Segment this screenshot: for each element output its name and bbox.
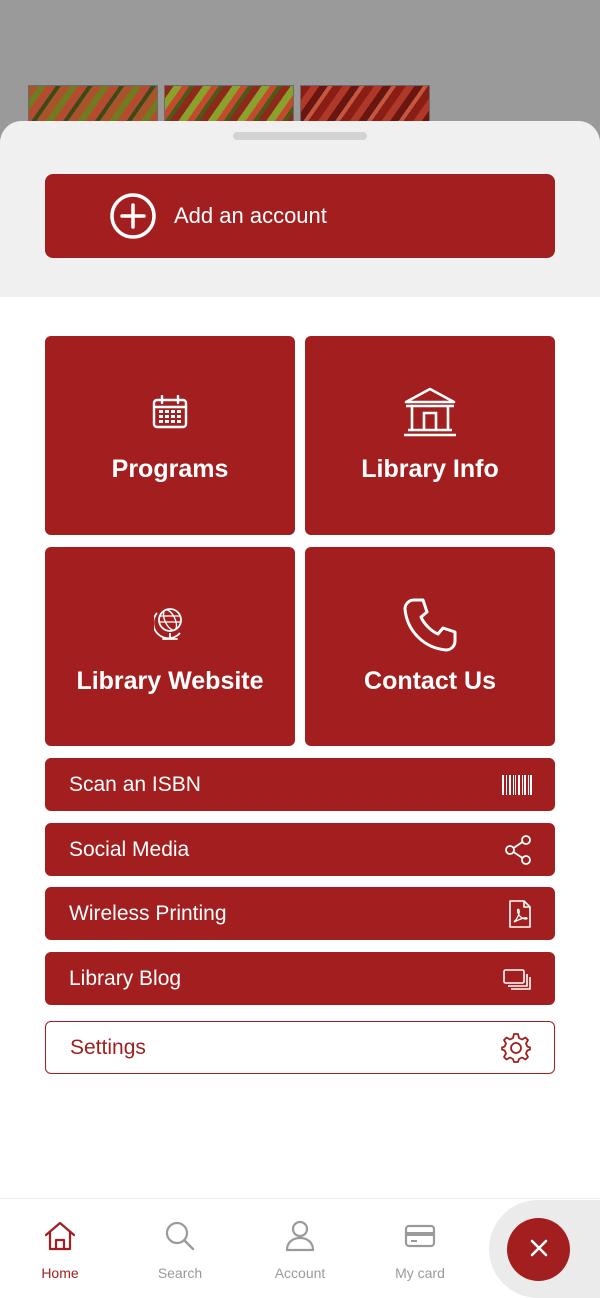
settings-label: Settings <box>70 1035 146 1059</box>
wireless-printing-button[interactable]: Wireless Printing <box>45 887 555 940</box>
card-icon <box>404 1219 436 1253</box>
library-info-label: Library Info <box>361 455 499 483</box>
share-icon <box>504 834 532 865</box>
drag-handle[interactable] <box>233 132 367 140</box>
globe-icon <box>152 605 186 647</box>
user-icon <box>285 1219 315 1253</box>
contact-us-tile[interactable]: Contact Us <box>305 547 555 746</box>
library-website-label: Library Website <box>76 667 264 695</box>
nav-search-label: Search <box>157 1265 203 1281</box>
add-account-label: Add an account <box>174 203 327 228</box>
nav-my-card-label: My card <box>395 1265 445 1281</box>
gear-icon <box>501 1032 531 1063</box>
nav-account[interactable]: Account <box>240 1199 360 1298</box>
add-account-button[interactable]: Add an account <box>45 174 555 258</box>
wireless-printing-label: Wireless Printing <box>69 901 227 925</box>
social-media-label: Social Media <box>69 837 190 861</box>
phone-icon <box>401 596 459 658</box>
library-blog-label: Library Blog <box>69 966 182 990</box>
library-website-tile[interactable]: Library Website <box>45 547 295 746</box>
plus-circle-icon <box>109 192 157 240</box>
nav-account-label: Account <box>274 1265 326 1281</box>
contact-us-label: Contact Us <box>364 667 496 695</box>
menu-sheet: Add an account Programs Library Info Lib… <box>0 121 600 1298</box>
barcode-icon <box>502 774 532 795</box>
search-icon <box>164 1219 196 1253</box>
nav-search[interactable]: Search <box>120 1199 240 1298</box>
library-info-tile[interactable]: Library Info <box>305 336 555 535</box>
close-menu-button[interactable] <box>507 1218 570 1281</box>
calendar-icon <box>152 394 188 433</box>
nav-home[interactable]: Home <box>0 1199 120 1298</box>
programs-label: Programs <box>111 455 229 483</box>
pdf-file-icon <box>508 899 532 929</box>
nav-my-card[interactable]: My card <box>360 1199 480 1298</box>
settings-button[interactable]: Settings <box>45 1021 555 1074</box>
home-icon <box>43 1219 77 1253</box>
programs-tile[interactable]: Programs <box>45 336 295 535</box>
building-icon <box>402 386 458 442</box>
social-media-button[interactable]: Social Media <box>45 823 555 876</box>
close-icon <box>529 1238 549 1262</box>
nav-home-label: Home <box>41 1265 79 1281</box>
scan-isbn-label: Scan an ISBN <box>69 772 201 796</box>
scan-isbn-button[interactable]: Scan an ISBN <box>45 758 555 811</box>
stacked-cards-icon <box>502 968 532 990</box>
library-blog-button[interactable]: Library Blog <box>45 952 555 1005</box>
